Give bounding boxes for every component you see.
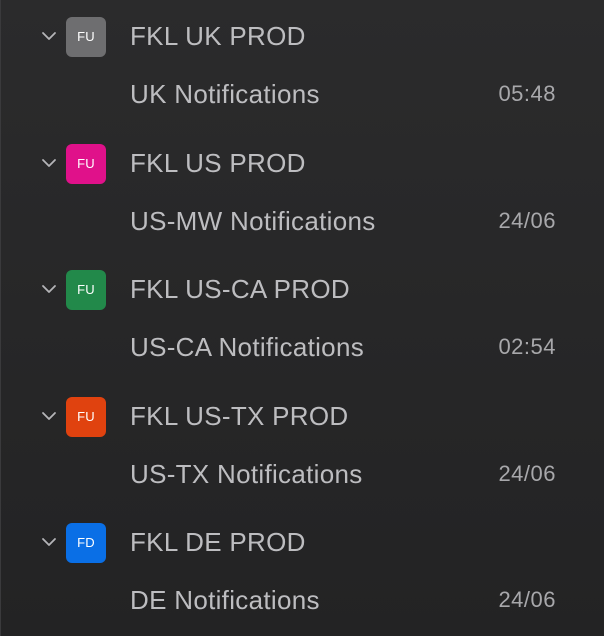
channel-timestamp: 05:48 (498, 81, 556, 106)
chevron-down-icon[interactable] (40, 27, 58, 45)
channel-name: US-CA Notifications (130, 332, 364, 363)
channel-name: US-MW Notifications (130, 205, 376, 236)
channel-item[interactable]: US-CA Notifications 02:54 (0, 321, 604, 371)
chevron-down-icon[interactable] (40, 407, 58, 425)
workspace-group-uk: FU FKL UK PROD UK Notifications 05:48 (0, 0, 604, 127)
workspace-header[interactable]: FU FKL UK PROD (0, 14, 604, 58)
workspace-title: FKL US PROD (130, 147, 306, 178)
workspace-header[interactable]: FU FKL US-CA PROD (0, 267, 604, 311)
channel-timestamp: 24/06 (498, 587, 556, 613)
workspace-group-de: FD FKL DE PROD DE Notifications 24/06 (0, 506, 604, 633)
workspace-group-us-tx: FU FKL US-TX PROD US-TX Notifications 24… (0, 380, 604, 507)
channel-name: UK Notifications (130, 79, 320, 109)
workspace-title: FKL US-CA PROD (130, 274, 350, 305)
workspace-list: FU FKL UK PROD UK Notifications 05:48 FU… (0, 0, 604, 633)
channel-name: US-TX Notifications (130, 458, 363, 489)
channel-timestamp: 02:54 (498, 334, 556, 360)
workspace-avatar: FU (66, 396, 106, 437)
workspace-title: FKL US-TX PROD (130, 400, 349, 431)
chevron-down-icon[interactable] (40, 533, 58, 551)
channel-name: DE Notifications (130, 585, 320, 616)
workspace-title: FKL DE PROD (130, 527, 306, 558)
workspace-avatar: FU (66, 270, 106, 311)
channel-timestamp: 24/06 (498, 460, 556, 486)
chevron-down-icon[interactable] (40, 280, 58, 298)
channel-item[interactable]: US-TX Notifications 24/06 (0, 448, 604, 498)
channel-item[interactable]: UK Notifications 05:48 (0, 68, 604, 118)
workspace-header[interactable]: FU FKL US PROD (0, 141, 604, 185)
channel-item[interactable]: US-MW Notifications 24/06 (0, 195, 604, 245)
workspace-group-us: FU FKL US PROD US-MW Notifications 24/06 (0, 127, 604, 254)
channel-item[interactable]: DE Notifications 24/06 (0, 574, 604, 624)
workspace-group-us-ca: FU FKL US-CA PROD US-CA Notifications 02… (0, 253, 604, 380)
workspace-avatar: FU (66, 143, 106, 184)
channel-timestamp: 24/06 (498, 207, 556, 233)
chevron-down-icon[interactable] (40, 154, 58, 172)
workspace-title: FKL UK PROD (130, 21, 306, 51)
workspace-header[interactable]: FU FKL US-TX PROD (0, 394, 604, 438)
workspace-avatar: FU (66, 17, 106, 57)
workspace-header[interactable]: FD FKL DE PROD (0, 520, 604, 564)
workspace-avatar: FD (66, 523, 106, 564)
